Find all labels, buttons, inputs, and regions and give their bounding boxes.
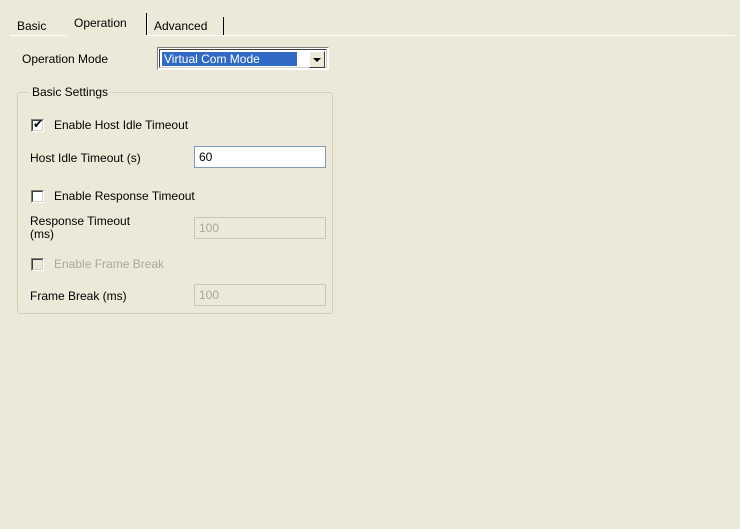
frame-break-label: Frame Break (ms)	[30, 289, 127, 303]
operation-mode-select-field: Virtual Com Mode	[159, 49, 327, 68]
host-idle-timeout-input[interactable]	[194, 146, 326, 168]
tab-operation-label: Operation	[74, 16, 127, 30]
tab-basic[interactable]: Basic	[10, 16, 67, 36]
response-timeout-label-line2: (ms)	[30, 227, 54, 241]
operation-settings-panel: Basic Operation Advanced Operation Mode …	[0, 0, 740, 529]
basic-settings-legend: Basic Settings	[29, 85, 112, 99]
operation-mode-label: Operation Mode	[22, 52, 109, 66]
response-timeout-label: Response Timeout (ms)	[30, 215, 130, 241]
checkmark-icon: ✔	[33, 117, 44, 131]
enable-host-idle-timeout-label: Enable Host Idle Timeout	[54, 118, 189, 132]
response-timeout-input[interactable]	[194, 217, 326, 239]
tab-strip: Basic Operation Advanced	[10, 12, 735, 36]
tab-divider-highlight	[147, 17, 148, 35]
operation-mode-select[interactable]: Virtual Com Mode	[157, 47, 329, 70]
enable-response-timeout-checkbox[interactable]	[31, 190, 44, 203]
host-idle-timeout-label: Host Idle Timeout (s)	[30, 151, 141, 165]
enable-response-timeout-label: Enable Response Timeout	[54, 189, 195, 203]
enable-host-idle-timeout-checkbox[interactable]: ✔	[31, 117, 44, 132]
enable-frame-break-checkbox[interactable]	[31, 258, 44, 271]
chevron-down-icon	[313, 58, 321, 62]
enable-frame-break-label: Enable Frame Break	[54, 257, 165, 271]
operation-mode-dropdown-button[interactable]	[309, 51, 325, 68]
tab-divider	[223, 17, 224, 35]
operation-mode-selected-value: Virtual Com Mode	[161, 51, 298, 67]
tab-operation[interactable]: Operation	[67, 12, 147, 36]
tab-basic-label: Basic	[17, 19, 47, 33]
tab-advanced-label: Advanced	[154, 19, 208, 33]
frame-break-input[interactable]	[194, 284, 326, 306]
tab-advanced[interactable]: Advanced	[147, 16, 224, 36]
